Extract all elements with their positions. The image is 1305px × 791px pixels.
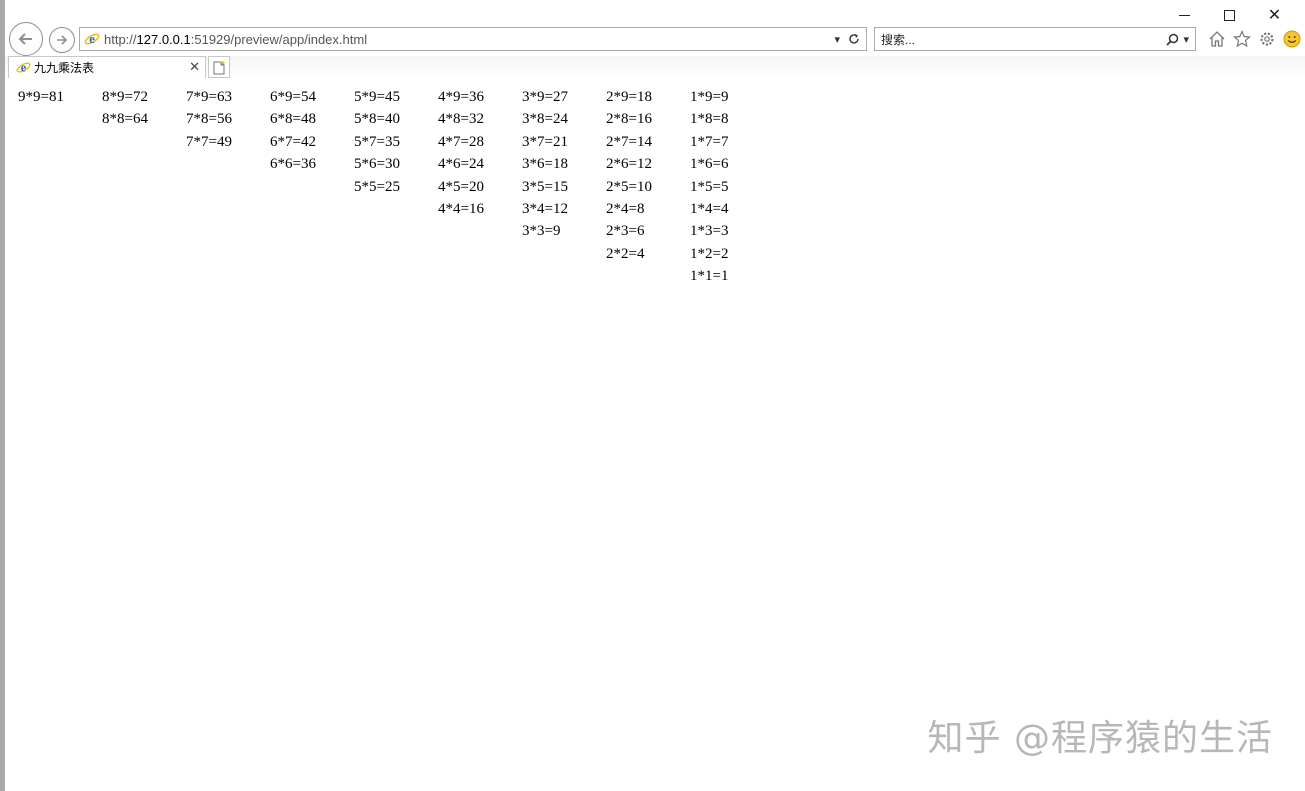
tab-close-icon[interactable]: ✕ — [189, 60, 200, 75]
table-cell: 8*8=64 — [102, 111, 148, 128]
table-column: 3*9=27 3*8=24 3*7=21 3*6=18 3*5=15 3*4=12 3*3=… — [522, 86, 606, 288]
table-cell: 1*9=9 — [690, 89, 729, 105]
browser-window: ✕ e http://127.0.0.1:51929/preview/app/i… — [0, 0, 1305, 791]
table-cell: 3*7=21 — [522, 133, 568, 150]
table-cell: 4*9=36 — [438, 89, 484, 105]
table-cell: 3*5=15 — [522, 178, 568, 195]
ie-page-icon: e — [84, 31, 100, 47]
table-cell: 6*8=48 — [270, 111, 316, 128]
table-cell: 2*2=4 — [606, 245, 645, 262]
refresh-icon[interactable] — [848, 33, 860, 45]
search-box[interactable]: 搜索... ▾ — [874, 27, 1196, 51]
table-cell: 6*9=54 — [270, 89, 316, 105]
table-column: 9*9=81 — [18, 86, 102, 288]
table-cell: 4*7=28 — [438, 133, 484, 150]
table-cell: 1*5=5 — [690, 178, 729, 195]
navigation-toolbar: e http://127.0.0.1:51929/preview/app/ind… — [7, 22, 1305, 56]
forward-button[interactable] — [49, 27, 75, 53]
new-tab-icon — [213, 60, 226, 74]
table-cell: 5*6=30 — [354, 156, 400, 173]
tab-ie-icon: e — [15, 60, 31, 76]
table-cell: 8*9=72 — [102, 89, 148, 105]
forward-arrow-icon — [57, 35, 68, 45]
url-text[interactable]: http://127.0.0.1:51929/preview/app/index… — [104, 32, 834, 47]
table-cell: 5*5=25 — [354, 178, 400, 195]
multiplication-table: 9*9=81 8*9=72 8*8=64 7*9=63 7*8=56 7*7=49 6*9=… — [18, 86, 774, 288]
table-cell: 3*6=18 — [522, 156, 568, 173]
table-column: 6*9=54 6*8=48 6*7=42 6*6=36 — [270, 86, 354, 288]
url-host: 127.0.0.1 — [136, 31, 191, 47]
tab-strip: e 九九乘法表 ✕ — [5, 56, 1305, 78]
minimize-icon — [1179, 14, 1190, 16]
table-column: 1*9=9 1*8=8 1*7=7 1*6=6 1*5=5 1*4=4 1*3=3 1*2=2… — [690, 86, 774, 288]
table-cell: 2*5=10 — [606, 178, 652, 195]
table-cell: 1*8=8 — [690, 111, 729, 128]
table-cell: 6*7=42 — [270, 133, 316, 150]
table-cell: 1*2=2 — [690, 245, 729, 262]
table-cell: 9*9=81 — [18, 89, 64, 105]
address-bar[interactable]: e http://127.0.0.1:51929/preview/app/ind… — [79, 27, 867, 51]
table-cell: 5*9=45 — [354, 89, 400, 105]
table-cell: 5*7=35 — [354, 133, 400, 150]
table-cell: 7*9=63 — [186, 89, 232, 105]
table-cell: 1*6=6 — [690, 156, 729, 173]
favorites-star-icon[interactable] — [1232, 29, 1251, 48]
table-column: 8*9=72 8*8=64 — [102, 86, 186, 288]
maximize-icon — [1224, 9, 1235, 21]
table-column: 2*9=18 2*8=16 2*7=14 2*6=12 2*5=10 2*4=8 2*3=6… — [606, 86, 690, 288]
table-cell: 7*7=49 — [186, 133, 232, 150]
back-button[interactable] — [9, 22, 43, 56]
table-cell: 2*9=18 — [606, 89, 652, 105]
search-input[interactable]: 搜索... — [875, 31, 1166, 48]
table-column: 7*9=63 7*8=56 7*7=49 — [186, 86, 270, 288]
search-icon[interactable] — [1166, 33, 1179, 46]
table-cell: 3*8=24 — [522, 111, 568, 128]
table-cell: 1*7=7 — [690, 133, 729, 150]
back-arrow-icon — [18, 33, 32, 45]
table-cell: 2*7=14 — [606, 133, 652, 150]
search-actions: ▾ — [1166, 33, 1189, 46]
watermark: 知乎 @程序猿的生活 — [927, 718, 1273, 759]
url-path: :51929/preview/app/index.html — [190, 31, 368, 47]
table-cell: 2*8=16 — [606, 111, 652, 128]
table-column: 4*9=36 4*8=32 4*7=28 4*6=24 4*5=20 4*4=16 — [438, 86, 522, 288]
gear-icon[interactable] — [1257, 29, 1276, 48]
url-prefix: http:// — [104, 31, 137, 47]
table-cell: 1*4=4 — [690, 201, 729, 218]
table-cell: 4*4=16 — [438, 201, 484, 218]
table-cell: 2*6=12 — [606, 156, 652, 173]
toolbar-icons — [1207, 29, 1301, 48]
tab-title: 九九乘法表 — [34, 61, 95, 75]
table-cell: 1*1=1 — [690, 268, 729, 285]
home-icon[interactable] — [1207, 29, 1226, 48]
table-cell: 2*4=8 — [606, 201, 645, 218]
close-icon: ✕ — [1267, 5, 1282, 24]
table-cell: 7*8=56 — [186, 111, 232, 128]
tab-multiplication-table[interactable]: e 九九乘法表 ✕ — [8, 56, 206, 78]
svg-text:e: e — [89, 31, 95, 46]
table-cell: 1*3=3 — [690, 223, 729, 240]
table-cell: 6*6=36 — [270, 156, 316, 173]
window-left-edge — [0, 0, 5, 791]
address-actions: ▾ — [834, 33, 860, 46]
table-cell: 4*8=32 — [438, 111, 484, 128]
svg-text:e: e — [20, 60, 26, 74]
table-cell: 3*9=27 — [522, 89, 568, 105]
table-cell: 3*3=9 — [522, 223, 561, 240]
table-column: 5*9=45 5*8=40 5*7=35 5*6=30 5*5=25 — [354, 86, 438, 288]
table-cell: 2*3=6 — [606, 223, 645, 240]
new-tab-button[interactable] — [208, 56, 230, 78]
table-cell: 3*4=12 — [522, 201, 568, 218]
table-cell: 4*6=24 — [438, 156, 484, 173]
search-dropdown-icon[interactable]: ▾ — [1183, 33, 1189, 46]
smiley-feedback-icon[interactable] — [1282, 29, 1301, 48]
address-dropdown-icon[interactable]: ▾ — [834, 33, 840, 46]
table-cell: 5*8=40 — [354, 111, 400, 128]
table-cell: 4*5=20 — [438, 178, 484, 195]
